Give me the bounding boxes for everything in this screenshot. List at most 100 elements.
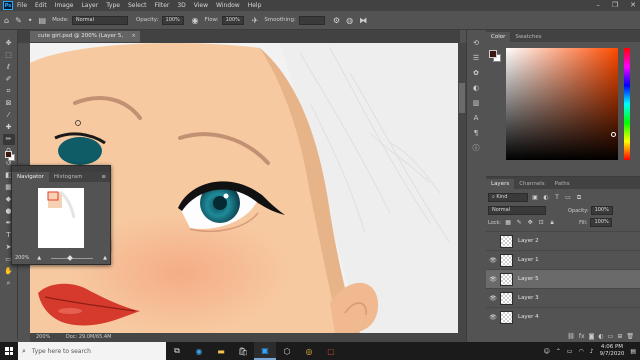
smoothing-settings-gear-icon[interactable]: ⚙: [333, 16, 340, 25]
menu-filter[interactable]: Filter: [155, 2, 170, 9]
new-layer-icon[interactable]: ⊞: [617, 333, 622, 340]
opacity-field[interactable]: 100%: [161, 15, 184, 25]
filter-adjustment-icon[interactable]: ◐: [542, 194, 550, 202]
brush-settings-icon[interactable]: ▤: [39, 16, 47, 25]
zoom-slider[interactable]: [51, 254, 94, 261]
airbrush-icon[interactable]: ✈: [252, 16, 259, 25]
task-view-icon[interactable]: ⧉: [166, 342, 188, 360]
smoothing-field[interactable]: [298, 15, 325, 25]
move-tool-icon[interactable]: ✥: [3, 38, 15, 49]
photoshop-taskbar-icon[interactable]: ▣: [254, 342, 276, 360]
brush-tool-icon[interactable]: ✏: [2, 134, 15, 145]
menu-window[interactable]: Window: [216, 2, 240, 9]
tray-volume-icon[interactable]: ♪: [590, 348, 594, 355]
symmetry-icon[interactable]: ⧓: [359, 16, 367, 25]
brush-tool-preset-icon[interactable]: ✎: [15, 16, 22, 25]
mode-dropdown[interactable]: Normal: [71, 15, 128, 25]
quick-select-tool-icon[interactable]: ✐: [3, 74, 15, 85]
hue-slider[interactable]: [624, 48, 630, 160]
info-icon[interactable]: ⓘ: [471, 143, 482, 154]
tab-layers[interactable]: Layers: [486, 179, 515, 189]
color-field-marker[interactable]: [611, 132, 616, 137]
tab-channels[interactable]: Channels: [514, 179, 549, 189]
lasso-tool-icon[interactable]: ℓ: [3, 62, 15, 73]
tray-wifi-icon[interactable]: ◠: [579, 348, 584, 355]
panel-menu-icon[interactable]: ≡: [101, 174, 106, 180]
eye-icon[interactable]: 👁︎: [488, 257, 498, 264]
properties-icon[interactable]: ☰: [471, 53, 482, 64]
tab-swatches[interactable]: Swatches: [510, 32, 546, 42]
add-mask-icon[interactable]: ◙: [589, 333, 595, 340]
eye-icon[interactable]: 👁︎: [488, 314, 498, 321]
adjustment-layer-icon[interactable]: ◐: [598, 333, 603, 340]
taskbar-search[interactable]: ⌕ Type here to search: [18, 342, 166, 360]
document-tab[interactable]: cute girl.psd @ 200% (Layer 5, RGB/8) * …: [30, 31, 140, 50]
scrollbar-thumb[interactable]: [459, 83, 465, 113]
tab-navigator[interactable]: Navigator: [12, 172, 49, 182]
home-icon[interactable]: ⌂: [4, 16, 9, 25]
close-window-button[interactable]: ✕: [630, 1, 636, 9]
app-icon-extra[interactable]: ▢: [320, 342, 342, 360]
layer-opacity-field[interactable]: 100%: [590, 206, 613, 215]
store-icon[interactable]: 🛍︎: [232, 342, 254, 360]
fill-field[interactable]: 100%: [590, 218, 613, 227]
filter-type-icon[interactable]: T: [553, 194, 561, 202]
tray-network-icon[interactable]: ▭: [567, 348, 573, 355]
canvas-vertical-scrollbar[interactable]: [458, 43, 466, 333]
crop-tool-icon[interactable]: ⌗: [3, 86, 15, 97]
panel-foreground-swatch[interactable]: [489, 50, 497, 58]
tray-people-icon[interactable]: ☺: [544, 348, 550, 355]
hand-tool-icon[interactable]: ✋: [3, 266, 15, 277]
lock-all-icon[interactable]: 🔒︎: [548, 219, 556, 227]
menu-image[interactable]: Image: [55, 2, 74, 9]
lock-paint-icon[interactable]: ✎: [515, 219, 523, 227]
start-button[interactable]: [0, 342, 18, 360]
menu-select[interactable]: Select: [128, 2, 147, 9]
menu-view[interactable]: View: [194, 2, 208, 9]
navigator-preview[interactable]: [38, 188, 84, 248]
pressure-opacity-icon[interactable]: ◉: [192, 16, 199, 25]
eye-icon[interactable]: 👁︎: [488, 276, 498, 283]
marquee-tool-icon[interactable]: ⬚: [3, 50, 15, 61]
filter-pixel-icon[interactable]: ▣: [531, 194, 539, 202]
tray-chevron-icon[interactable]: ⌃: [556, 348, 561, 355]
chrome-icon[interactable]: ◎: [298, 342, 320, 360]
file-explorer-icon[interactable]: ▬: [210, 342, 232, 360]
eyedropper-tool-icon[interactable]: ⁄: [3, 110, 15, 121]
brushes-icon[interactable]: ✿: [471, 68, 482, 79]
layer-row[interactable]: 👁︎ Layer 4: [486, 307, 640, 326]
layer-row[interactable]: Layer 2: [486, 231, 640, 250]
menu-help[interactable]: Help: [248, 2, 262, 9]
healing-brush-tool-icon[interactable]: ✚: [3, 122, 15, 133]
maximize-button[interactable]: ❐: [612, 1, 618, 9]
tab-color[interactable]: Color: [486, 32, 511, 42]
lock-artboard-icon[interactable]: ⊡: [537, 219, 545, 227]
zoom-slider-knob[interactable]: [67, 254, 73, 261]
layer-row[interactable]: 👁︎ Layer 3: [486, 288, 640, 307]
close-document-icon[interactable]: ×: [131, 31, 136, 42]
filter-shape-icon[interactable]: ▭: [564, 194, 572, 202]
layer-style-icon[interactable]: fx: [579, 333, 585, 340]
app-icon-generic[interactable]: ⬡: [276, 342, 298, 360]
history-icon[interactable]: ⟲: [471, 38, 482, 49]
clock[interactable]: 4:06 PM 9/7/2020: [600, 344, 625, 358]
flow-field[interactable]: 100%: [221, 15, 244, 25]
delete-layer-icon[interactable]: 🗑︎: [626, 333, 634, 340]
zoom-out-icon[interactable]: ▲: [37, 255, 41, 261]
minimize-button[interactable]: –: [596, 1, 600, 9]
paragraph-icon[interactable]: ¶: [471, 128, 482, 139]
brush-size-icon[interactable]: •: [28, 16, 33, 25]
pressure-size-icon[interactable]: ◍: [346, 16, 353, 25]
frame-tool-icon[interactable]: ⊠: [3, 98, 15, 109]
blend-mode-dropdown[interactable]: Normal: [488, 206, 546, 215]
adjustments-icon[interactable]: ◐: [471, 83, 482, 94]
layer-kind-filter[interactable]: ⌕ Kind: [488, 193, 528, 202]
lock-transparent-icon[interactable]: ▦: [504, 219, 512, 227]
color-field[interactable]: [506, 48, 618, 160]
libraries-icon[interactable]: ▥: [471, 98, 482, 109]
menu-type[interactable]: Type: [106, 2, 120, 9]
lock-move-icon[interactable]: ✥: [526, 219, 534, 227]
link-layers-icon[interactable]: ⛓: [567, 333, 575, 340]
edge-browser-icon[interactable]: ◉: [188, 342, 210, 360]
filter-smart-icon[interactable]: ⧉: [575, 194, 583, 202]
